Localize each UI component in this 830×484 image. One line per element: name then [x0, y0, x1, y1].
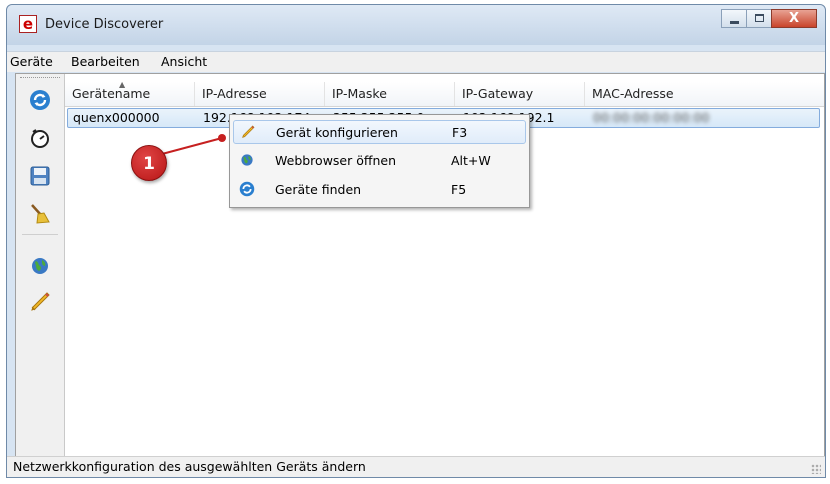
- resize-grip[interactable]: [811, 464, 821, 474]
- globe-icon[interactable]: [28, 254, 52, 278]
- context-item-webbrowser-oeffnen[interactable]: Webbrowser öffnen Alt+W: [233, 149, 526, 173]
- timer-icon[interactable]: [28, 126, 52, 150]
- column-label: IP-Gateway: [462, 86, 534, 101]
- column-label: IP-Maske: [332, 86, 387, 101]
- window-controls: X: [721, 9, 817, 29]
- context-item-label: Webbrowser öffnen: [275, 153, 397, 168]
- refresh-icon: [239, 181, 255, 197]
- context-item-geraete-finden[interactable]: Geräte finden F5: [233, 178, 526, 202]
- toolbar-separator: [22, 234, 58, 235]
- close-button[interactable]: X: [771, 9, 817, 28]
- column-label: MAC-Adresse: [592, 86, 674, 101]
- sort-ascending-icon: ▲: [119, 80, 126, 89]
- menu-geraete[interactable]: Geräte: [10, 54, 53, 69]
- cell-mac-address: 00:00:00:00:00:00: [593, 110, 710, 125]
- column-header-ip-adresse[interactable]: IP-Adresse: [195, 82, 325, 106]
- context-item-geraet-konfigurieren[interactable]: Gerät konfigurieren F3: [233, 120, 526, 144]
- broom-icon[interactable]: [28, 202, 52, 226]
- column-label: IP-Adresse: [202, 86, 267, 101]
- minimize-button[interactable]: [721, 9, 747, 28]
- app-logo-icon: e: [19, 15, 37, 33]
- save-icon[interactable]: [28, 164, 52, 188]
- toolbar-grip[interactable]: [20, 77, 60, 80]
- column-header-geraetename[interactable]: ▲ Gerätename: [65, 80, 195, 106]
- menu-bearbeiten[interactable]: Bearbeiten: [71, 54, 140, 69]
- status-bar: Netzwerkkonfiguration des ausgewählten G…: [7, 456, 825, 477]
- context-menu: Gerät konfigurieren F3 Webbrowser öffnen…: [229, 114, 530, 208]
- context-item-shortcut: F5: [451, 182, 467, 197]
- list-header: ▲ Gerätename IP-Adresse IP-Maske IP-Gate…: [65, 80, 824, 107]
- context-item-label: Gerät konfigurieren: [276, 125, 398, 140]
- window-title: Device Discoverer: [45, 17, 164, 32]
- menu-ansicht[interactable]: Ansicht: [161, 54, 207, 69]
- minimize-icon: [730, 21, 739, 24]
- context-item-shortcut: Alt+W: [451, 153, 491, 168]
- column-header-ip-maske[interactable]: IP-Maske: [325, 82, 455, 106]
- pencil-icon[interactable]: [28, 290, 52, 314]
- context-item-shortcut: F3: [452, 125, 468, 140]
- pencil-icon: [240, 124, 256, 140]
- column-header-ip-gateway[interactable]: IP-Gateway: [455, 82, 585, 106]
- callout-badge: 1: [131, 145, 167, 181]
- vertical-toolbar: [16, 74, 65, 458]
- column-label: Gerätename: [72, 86, 151, 101]
- app-window: e Device Discoverer X Geräte Bearbeiten …: [6, 4, 826, 478]
- maximize-button[interactable]: [746, 9, 772, 28]
- context-item-label: Geräte finden: [275, 182, 362, 197]
- column-header-mac-adresse[interactable]: MAC-Adresse: [585, 82, 820, 106]
- menu-bar: Geräte Bearbeiten Ansicht: [7, 51, 825, 72]
- maximize-icon: [755, 14, 764, 22]
- cell-device-name: quenx000000: [73, 110, 160, 125]
- refresh-icon[interactable]: [28, 88, 52, 112]
- title-bar[interactable]: e Device Discoverer X: [7, 5, 825, 45]
- close-icon: X: [788, 11, 800, 26]
- status-text: Netzwerkkonfiguration des ausgewählten G…: [13, 459, 366, 474]
- globe-icon: [239, 152, 255, 168]
